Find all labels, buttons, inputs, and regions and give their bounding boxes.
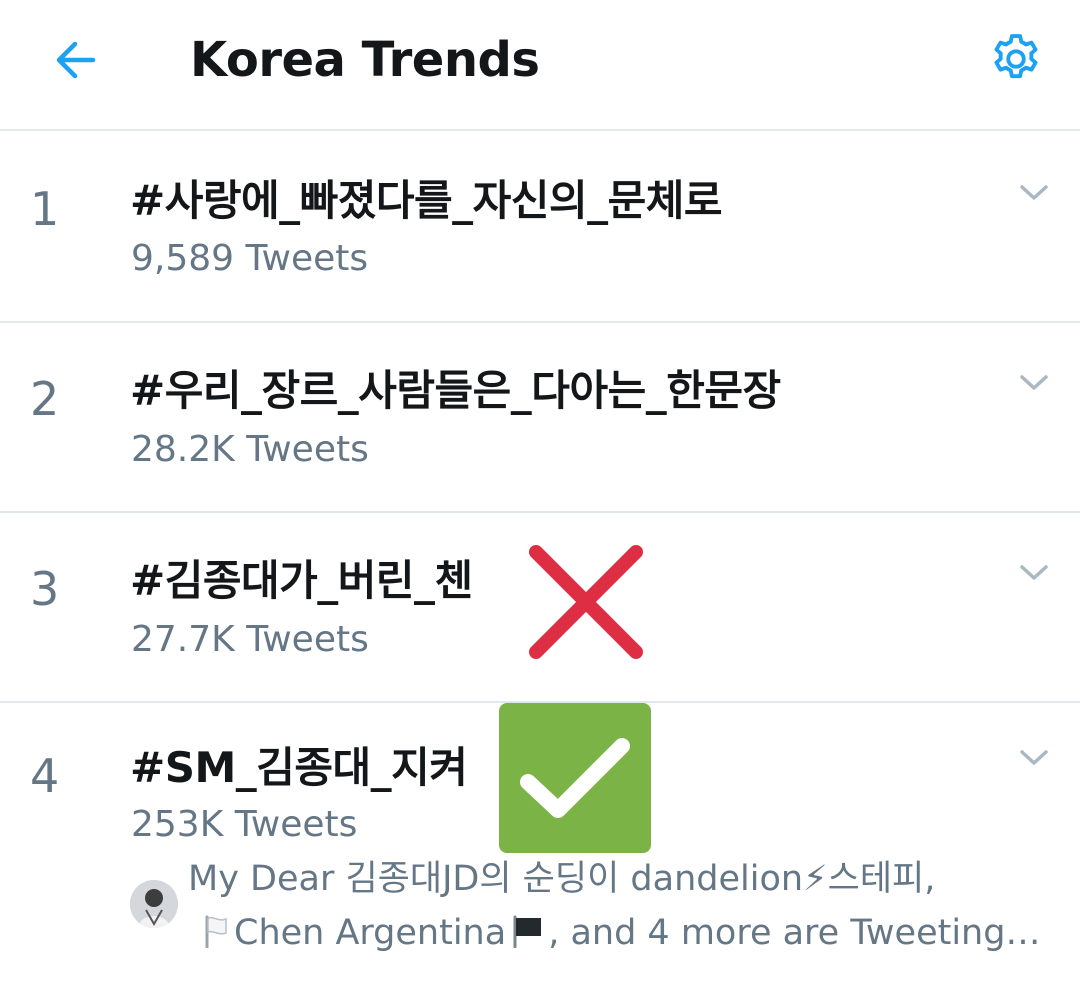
back-button[interactable]: [40, 30, 110, 90]
arrow-left-icon: [56, 41, 96, 79]
social-context-line-2: Chen Argentina , and 4 more are Tweeting…: [198, 909, 1040, 957]
check-mark-icon: [520, 738, 630, 818]
trend-name: #우리_장르_사람들은_다아는_한문장: [130, 366, 781, 415]
trend-name: #SM_김종대_지켜: [130, 743, 468, 792]
trend-tweet-count: 9,589 Tweets: [131, 238, 369, 279]
check-mark-badge: [499, 703, 651, 853]
trend-tweet-count: 28.2K Tweets: [131, 429, 369, 470]
social-context-suffix: , and 4 more are Tweeting…: [548, 913, 1041, 953]
chevron-down-icon[interactable]: [1016, 371, 1052, 395]
cross-mark-icon: [529, 545, 643, 659]
trend-social-context[interactable]: My Dear 김종대JD의 순딩이 dandelion⚡스테피, Chen A…: [130, 855, 1060, 965]
top-app-bar: Korea Trends: [0, 0, 1080, 131]
social-context-names: Chen Argentina: [234, 913, 507, 953]
trend-name: #김종대가_버린_첸: [130, 556, 473, 605]
chevron-down-icon[interactable]: [1016, 746, 1052, 770]
social-context-line-1: My Dear 김종대JD의 순딩이 dandelion⚡스테피,: [188, 859, 936, 899]
chevron-down-icon[interactable]: [1016, 181, 1052, 205]
trend-rank: 1: [30, 182, 60, 236]
trend-name: #사랑에_빠졌다를_자신의_문체로: [130, 176, 723, 225]
trend-rank: 2: [30, 372, 60, 426]
trend-tweet-count: 253K Tweets: [131, 804, 358, 845]
settings-button[interactable]: [985, 28, 1047, 90]
trend-item[interactable]: 2 #우리_장르_사람들은_다아는_한문장 28.2K Tweets: [0, 323, 1080, 513]
avatar: [130, 880, 178, 928]
gear-icon: [994, 34, 1038, 79]
page-title: Korea Trends: [190, 32, 540, 88]
trend-rank: 4: [30, 749, 60, 803]
trend-tweet-count: 27.7K Tweets: [131, 619, 369, 660]
trend-rank: 3: [30, 562, 60, 616]
white-flag-icon: [205, 915, 227, 948]
trend-item[interactable]: 1 #사랑에_빠졌다를_자신의_문체로 9,589 Tweets: [0, 133, 1080, 323]
black-flag-icon: [513, 915, 542, 948]
chevron-down-icon[interactable]: [1016, 561, 1052, 585]
